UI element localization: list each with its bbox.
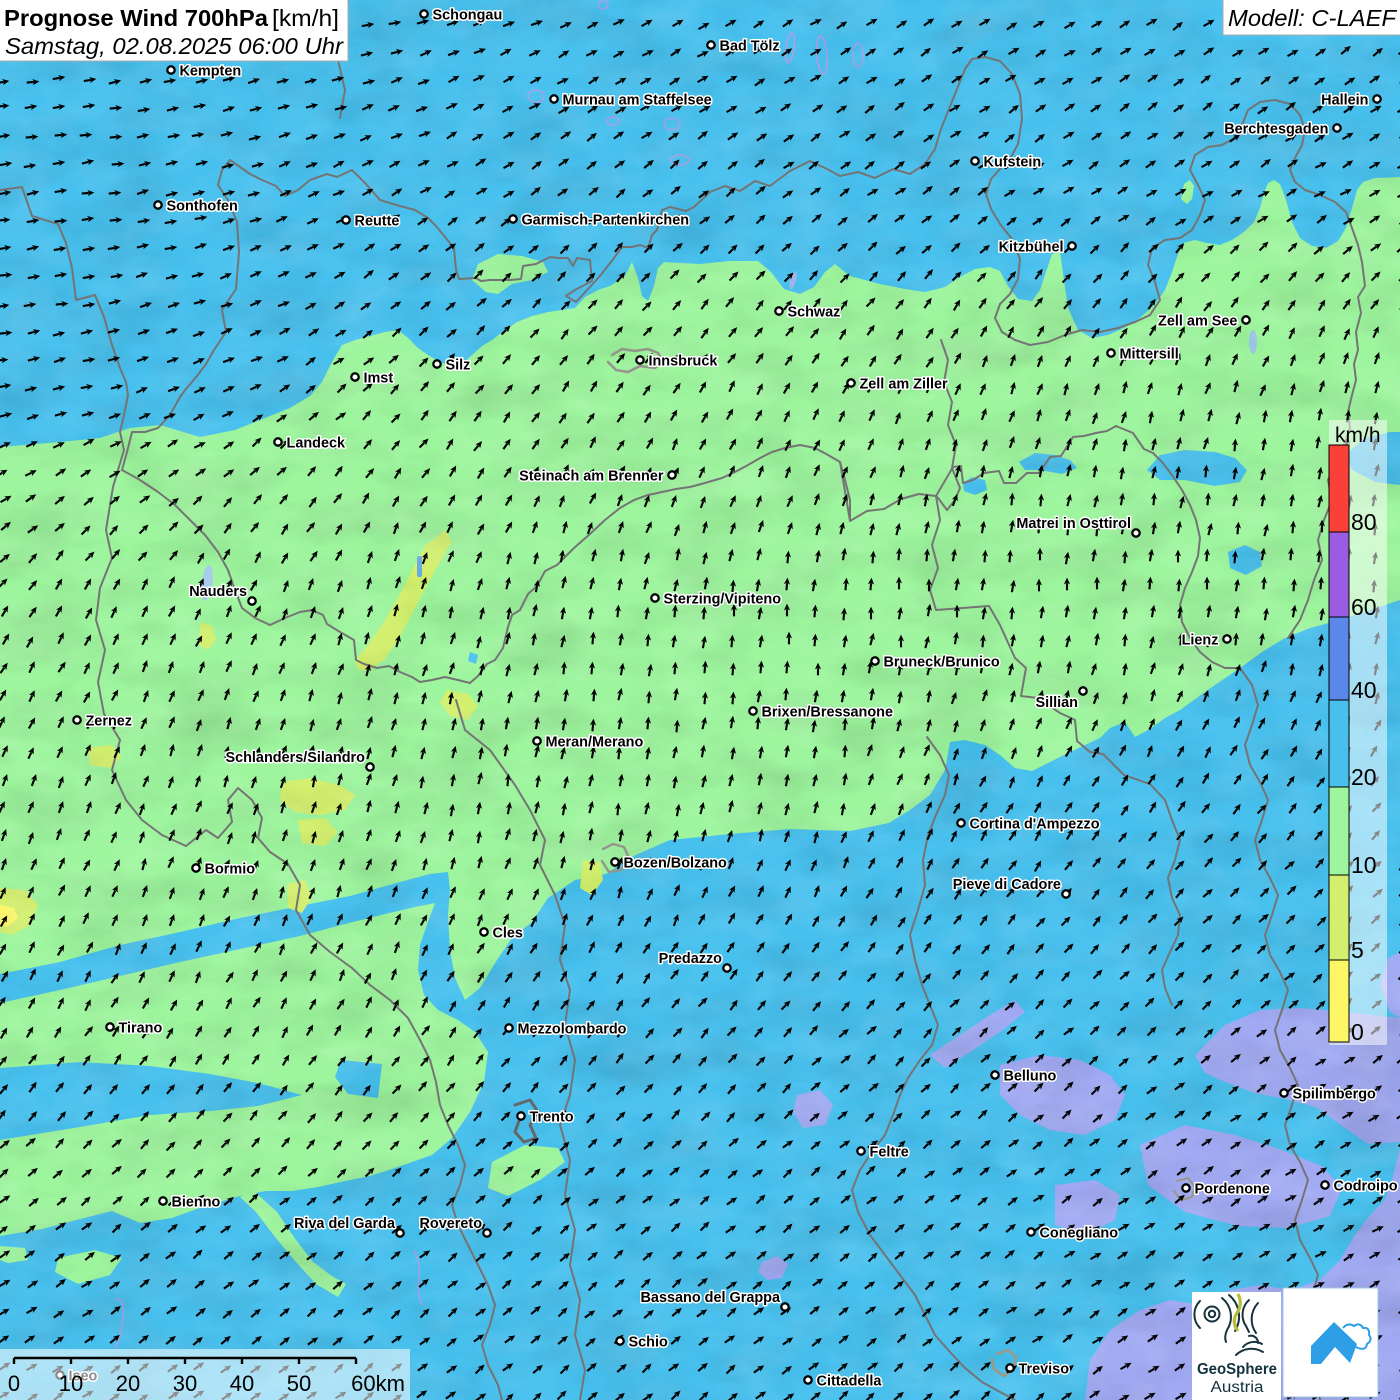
svg-text:Hallein: Hallein xyxy=(1321,92,1368,108)
svg-text:Samstag, 02.08.2025 06:00 Uhr: Samstag, 02.08.2025 06:00 Uhr xyxy=(5,33,344,59)
svg-text:Sonthofen: Sonthofen xyxy=(167,198,238,214)
svg-text:Garmisch-Partenkirchen: Garmisch-Partenkirchen xyxy=(521,212,689,228)
svg-text:Schongau: Schongau xyxy=(433,7,503,23)
svg-text:Tirano: Tirano xyxy=(118,1020,162,1036)
svg-text:Kufstein: Kufstein xyxy=(984,154,1042,170)
svg-text:Lienz: Lienz xyxy=(1182,632,1219,648)
svg-text:Belluno: Belluno xyxy=(1003,1068,1056,1084)
svg-text:Predazzo: Predazzo xyxy=(659,951,722,967)
svg-text:Riva del Garda: Riva del Garda xyxy=(294,1216,396,1232)
svg-text:50: 50 xyxy=(287,1371,311,1396)
svg-text:Treviso: Treviso xyxy=(1018,1361,1069,1377)
svg-text:Mittersill: Mittersill xyxy=(1119,346,1178,362)
svg-text:Conegliano: Conegliano xyxy=(1039,1225,1118,1241)
svg-text:Trento: Trento xyxy=(530,1109,574,1125)
svg-text:60km: 60km xyxy=(351,1371,405,1396)
svg-text:Brixen/Bressanone: Brixen/Bressanone xyxy=(762,704,894,720)
svg-text:[km/h]: [km/h] xyxy=(272,5,339,31)
svg-text:Cles: Cles xyxy=(492,925,522,941)
svg-text:40: 40 xyxy=(1351,677,1377,703)
svg-text:40: 40 xyxy=(230,1371,254,1396)
svg-text:Nauders: Nauders xyxy=(189,584,247,600)
svg-text:Cortina d'Ampezzo: Cortina d'Ampezzo xyxy=(969,816,1099,832)
svg-text:Bassano del Grappa: Bassano del Grappa xyxy=(641,1290,781,1306)
svg-text:Imst: Imst xyxy=(363,370,393,386)
svg-text:Murnau am Staffelsee: Murnau am Staffelsee xyxy=(562,92,711,108)
svg-text:Feltre: Feltre xyxy=(870,1144,909,1160)
svg-text:Innsbruck: Innsbruck xyxy=(648,353,718,369)
svg-text:Berchtesgaden: Berchtesgaden xyxy=(1224,121,1328,137)
svg-text:5: 5 xyxy=(1351,937,1364,963)
svg-text:Mezzolombardo: Mezzolombardo xyxy=(517,1021,626,1037)
svg-text:Codroipo: Codroipo xyxy=(1334,1178,1398,1194)
svg-text:10: 10 xyxy=(59,1371,83,1396)
svg-text:10: 10 xyxy=(1351,852,1377,878)
svg-text:Schwaz: Schwaz xyxy=(787,304,840,320)
svg-text:Pieve di Cadore: Pieve di Cadore xyxy=(953,877,1061,893)
svg-text:Bozen/Bolzano: Bozen/Bolzano xyxy=(623,855,726,871)
svg-text:Bruneck/Brunico: Bruneck/Brunico xyxy=(884,654,1000,670)
svg-text:Spilimbergo: Spilimbergo xyxy=(1292,1086,1375,1102)
svg-text:Zell am Ziller: Zell am Ziller xyxy=(859,376,947,392)
svg-text:Cittadella: Cittadella xyxy=(817,1373,883,1389)
svg-text:Steinach am Brenner: Steinach am Brenner xyxy=(519,468,664,484)
svg-text:Modell: C-LAEF: Modell: C-LAEF xyxy=(1228,5,1398,31)
svg-text:Prognose Wind 700hPa: Prognose Wind 700hPa xyxy=(4,5,269,31)
svg-text:20: 20 xyxy=(1351,764,1377,790)
svg-text:Sillian: Sillian xyxy=(1035,695,1078,711)
svg-text:Rovereto: Rovereto xyxy=(419,1216,482,1232)
svg-text:Bormio: Bormio xyxy=(205,861,255,877)
svg-text:Bienno: Bienno xyxy=(171,1194,220,1210)
svg-text:Silz: Silz xyxy=(445,357,470,373)
svg-text:GeoSphere: GeoSphere xyxy=(1197,1361,1277,1378)
svg-text:60: 60 xyxy=(1351,594,1377,620)
svg-text:Pordenone: Pordenone xyxy=(1195,1181,1270,1197)
svg-text:Matrei in Osttirol: Matrei in Osttirol xyxy=(1016,516,1131,532)
svg-text:Kempten: Kempten xyxy=(179,63,241,79)
svg-text:Landeck: Landeck xyxy=(287,435,346,451)
svg-text:Reutte: Reutte xyxy=(355,213,400,229)
svg-text:Austria: Austria xyxy=(1211,1379,1264,1396)
svg-text:km/h: km/h xyxy=(1335,424,1381,447)
svg-text:Kitzbühel: Kitzbühel xyxy=(999,239,1064,255)
svg-text:Zell am See: Zell am See xyxy=(1158,313,1237,329)
svg-text:Bad Tölz: Bad Tölz xyxy=(720,38,780,54)
svg-text:Schio: Schio xyxy=(629,1334,668,1350)
svg-text:Zernez: Zernez xyxy=(86,713,133,729)
svg-text:Sterzing/Vipiteno: Sterzing/Vipiteno xyxy=(663,591,781,607)
svg-text:20: 20 xyxy=(116,1371,140,1396)
svg-text:0: 0 xyxy=(8,1371,20,1396)
svg-text:0: 0 xyxy=(1351,1019,1364,1045)
svg-text:80: 80 xyxy=(1351,509,1377,535)
svg-text:Schlanders/Silandro: Schlanders/Silandro xyxy=(225,750,365,766)
svg-text:30: 30 xyxy=(173,1371,197,1396)
svg-text:Meran/Merano: Meran/Merano xyxy=(545,734,643,750)
